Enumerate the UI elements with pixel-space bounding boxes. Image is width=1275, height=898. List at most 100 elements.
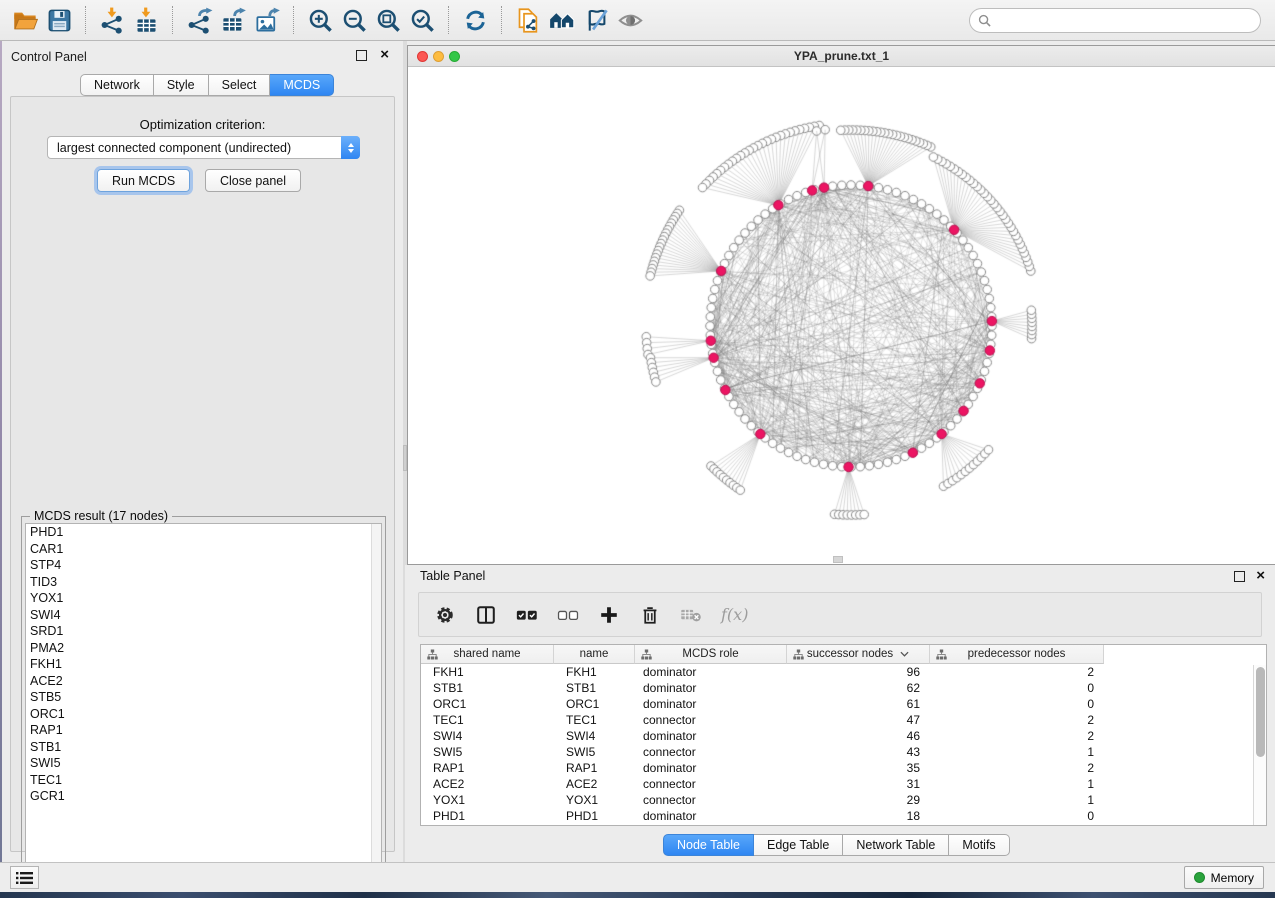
delete-table-button[interactable] (680, 604, 702, 626)
mcds-result-item[interactable]: SWI5 (26, 755, 381, 772)
mcds-result-item[interactable]: RAP1 (26, 722, 381, 739)
cell-shared-name: YOX1 (421, 792, 554, 808)
deselect-all-button[interactable] (557, 604, 579, 626)
mcds-result-item[interactable]: STB1 (26, 739, 381, 756)
table-row[interactable]: ACE2ACE2connector311 (421, 776, 1266, 792)
task-history-button[interactable] (10, 866, 39, 889)
table-scrollbar[interactable] (1253, 665, 1266, 826)
mcds-result-item[interactable]: STP4 (26, 557, 381, 574)
table-scrollbar-thumb[interactable] (1256, 667, 1265, 757)
cell-name: TEC1 (554, 712, 635, 728)
mcds-result-item[interactable]: PHD1 (26, 524, 381, 541)
table-row[interactable]: TEC1TEC1connector472 (421, 712, 1266, 728)
horizontal-splitter-handle[interactable] (833, 556, 843, 563)
mcds-result-item[interactable]: SWI4 (26, 607, 381, 624)
close-panel-button[interactable]: Close panel (205, 169, 301, 192)
cell-shared-name: RAP1 (421, 760, 554, 776)
zoom-selected-button[interactable] (405, 4, 439, 36)
control-panel-header: Control Panel × (2, 41, 405, 69)
table-row[interactable]: YOX1YOX1connector291 (421, 792, 1266, 808)
network-canvas[interactable] (408, 67, 1274, 564)
cell-predecessor-nodes: 2 (930, 664, 1104, 680)
table-panel-tabs: Node TableEdge TableNetwork TableMotifs (663, 834, 1010, 856)
table-row[interactable]: PHD1PHD1dominator180 (421, 808, 1266, 824)
close-icon[interactable]: × (380, 46, 389, 64)
zoom-in-button[interactable] (303, 4, 337, 36)
run-mcds-button[interactable]: Run MCDS (97, 169, 190, 192)
zoom-out-button[interactable] (337, 4, 371, 36)
export-network-button[interactable] (182, 4, 216, 36)
first-neighbors-button[interactable] (545, 4, 579, 36)
search-input[interactable] (996, 13, 1252, 27)
mcds-result-item[interactable]: ORC1 (26, 706, 381, 723)
mcds-result-item[interactable]: PMA2 (26, 640, 381, 657)
column-label: predecessor nodes (968, 648, 1066, 660)
eye-icon (617, 7, 644, 34)
refresh-layout-button[interactable] (458, 4, 492, 36)
network-window-titlebar[interactable]: YPA_prune.txt_1 (408, 46, 1275, 67)
memory-button[interactable]: Memory (1184, 866, 1264, 889)
column-header-shared-name[interactable]: shared name (421, 645, 554, 664)
mcds-result-item[interactable]: ACE2 (26, 673, 381, 690)
table-row[interactable]: SWI4SWI4dominator462 (421, 728, 1266, 744)
table-row[interactable]: STB1STB1dominator620 (421, 680, 1266, 696)
table-row[interactable]: ORC1ORC1dominator610 (421, 696, 1266, 712)
mcds-result-item[interactable]: FKH1 (26, 656, 381, 673)
column-header-MCDS-role[interactable]: MCDS role (635, 645, 787, 664)
unchecked-boxes-icon (557, 604, 579, 626)
table-toolbar: f(x) (418, 592, 1262, 637)
documents-network-icon (515, 7, 542, 34)
criterion-selected-value: largest connected component (undirected) (48, 141, 341, 155)
column-header-successor-nodes[interactable]: successor nodes (787, 645, 930, 664)
import-network-button[interactable] (95, 4, 129, 36)
mcds-result-item[interactable]: TEC1 (26, 772, 381, 789)
mcds-result-list[interactable]: PHD1CAR1STP4TID3YOX1SWI4SRD1PMA2FKH1ACE2… (25, 523, 382, 873)
show-all-button[interactable] (613, 4, 647, 36)
add-row-button[interactable] (598, 604, 620, 626)
criterion-dropdown[interactable]: largest connected component (undirected) (47, 136, 360, 159)
column-header-predecessor-nodes[interactable]: predecessor nodes (930, 645, 1104, 664)
close-icon[interactable]: × (1256, 567, 1265, 585)
table-settings-button[interactable] (434, 604, 456, 626)
tab-network-table[interactable]: Network Table (843, 834, 949, 856)
function-builder-button[interactable]: f(x) (721, 605, 748, 624)
import-table-button[interactable] (129, 4, 163, 36)
toolbar-separator (501, 6, 502, 34)
cell-name: ORC1 (554, 696, 635, 712)
export-image-button[interactable] (250, 4, 284, 36)
show-columns-button[interactable] (475, 604, 497, 626)
open-file-button[interactable] (8, 4, 42, 36)
hide-selected-button[interactable] (579, 4, 613, 36)
checked-boxes-icon (516, 604, 538, 626)
cell-shared-name: PHD1 (421, 808, 554, 824)
table-row[interactable]: FKH1FKH1dominator962 (421, 664, 1266, 680)
table-row[interactable]: RAP1RAP1dominator352 (421, 760, 1266, 776)
mcds-result-item[interactable]: STB5 (26, 689, 381, 706)
table-row[interactable]: SWI5SWI5connector431 (421, 744, 1266, 760)
save-session-button[interactable] (42, 4, 76, 36)
float-window-icon[interactable] (1234, 571, 1245, 582)
tab-edge-table[interactable]: Edge Table (754, 834, 843, 856)
tab-network[interactable]: Network (80, 74, 154, 96)
tab-node-table[interactable]: Node Table (663, 834, 754, 856)
tab-select[interactable]: Select (209, 74, 271, 96)
tab-style[interactable]: Style (154, 74, 209, 96)
result-list-scrollbar[interactable] (371, 524, 381, 872)
mcds-result-item[interactable]: YOX1 (26, 590, 381, 607)
mcds-result-item[interactable]: GCR1 (26, 788, 381, 805)
zoom-fit-button[interactable] (371, 4, 405, 36)
table-body: FKH1FKH1dominator962STB1STB1dominator620… (421, 664, 1266, 824)
column-header-name[interactable]: name (554, 645, 635, 664)
select-all-button[interactable] (516, 604, 538, 626)
mcds-result-item[interactable]: CAR1 (26, 541, 381, 558)
mcds-tab-content: Optimization criterion: largest connecte… (10, 96, 395, 852)
tab-mcds[interactable]: MCDS (270, 74, 334, 96)
new-network-from-selection-button[interactable] (511, 4, 545, 36)
tab-motifs[interactable]: Motifs (949, 834, 1009, 856)
delete-row-button[interactable] (639, 604, 661, 626)
export-table-button[interactable] (216, 4, 250, 36)
mcds-result-item[interactable]: TID3 (26, 574, 381, 591)
mcds-result-item[interactable]: SRD1 (26, 623, 381, 640)
cell-successor-nodes: 62 (787, 680, 930, 696)
float-window-icon[interactable] (356, 50, 367, 61)
